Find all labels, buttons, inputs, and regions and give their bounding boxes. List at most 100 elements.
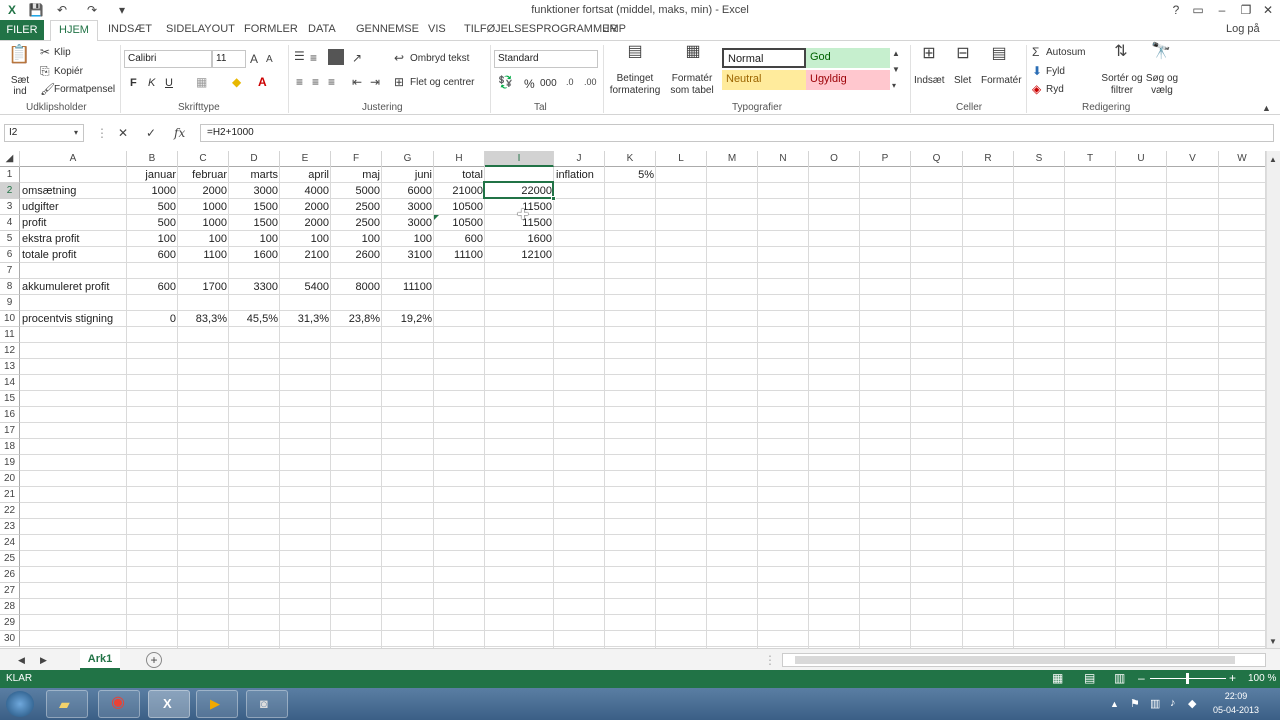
tab-insert[interactable]: INDSÆT	[108, 23, 152, 35]
column-header-h[interactable]: H	[434, 151, 485, 167]
cell-h1[interactable]: total	[434, 167, 485, 183]
currency-icon[interactable]: 💱	[498, 75, 513, 89]
row-header-17[interactable]: 17	[0, 423, 20, 439]
cell-g1[interactable]: juni	[382, 167, 434, 183]
zoom-level[interactable]: 100 %	[1248, 673, 1276, 684]
taskbar-chrome[interactable]: ◉	[98, 690, 140, 718]
column-header-o[interactable]: O	[809, 151, 860, 167]
cell-e8[interactable]: 5400	[280, 279, 331, 295]
bold-button[interactable]: F	[130, 77, 137, 89]
cell-g6[interactable]: 3100	[382, 247, 434, 263]
row-header-25[interactable]: 25	[0, 551, 20, 567]
fill-handle[interactable]	[551, 196, 556, 201]
row-header-21[interactable]: 21	[0, 487, 20, 503]
cell-f6[interactable]: 2600	[331, 247, 382, 263]
cell-a10[interactable]: procentvis stigning	[20, 311, 127, 327]
column-header-b[interactable]: B	[127, 151, 178, 167]
restore-button[interactable]: ❐	[1236, 2, 1256, 18]
insert-function-button[interactable]: fx	[174, 126, 185, 140]
row-header-20[interactable]: 20	[0, 471, 20, 487]
cell-a5[interactable]: ekstra profit	[20, 231, 127, 247]
sheet-next-icon[interactable]: ▶	[40, 653, 47, 667]
format-as-table-button[interactable]: Formatér som tabel	[666, 73, 718, 97]
row-header-16[interactable]: 16	[0, 407, 20, 423]
clear-button[interactable]: Ryd	[1046, 84, 1064, 95]
page-layout-view-icon[interactable]: ▤	[1084, 671, 1095, 685]
decrease-decimal-icon[interactable]: .00	[584, 75, 597, 89]
cell-j1[interactable]: inflation	[554, 167, 605, 183]
tab-page-layout[interactable]: SIDELAYOUT	[166, 23, 235, 35]
column-header-r[interactable]: R	[963, 151, 1014, 167]
align-bottom-icon[interactable]	[328, 49, 344, 65]
row-header-10[interactable]: 10	[0, 311, 20, 327]
taskbar-explorer[interactable]: ▰	[46, 690, 88, 718]
column-header-f[interactable]: F	[331, 151, 382, 167]
row-header-30[interactable]: 30	[0, 631, 20, 647]
row-header-2[interactable]: 2	[0, 183, 20, 199]
row-header-3[interactable]: 3	[0, 199, 20, 215]
cell-d2[interactable]: 3000	[229, 183, 280, 199]
cell-a6[interactable]: totale profit	[20, 247, 127, 263]
tab-file[interactable]: FILER	[0, 20, 44, 40]
font-color-icon[interactable]: A	[258, 75, 267, 89]
font-size-select[interactable]: 11	[212, 50, 246, 68]
cell-g10[interactable]: 19,2%	[382, 311, 434, 327]
clock-time[interactable]: 22:09	[1210, 691, 1262, 701]
fill-color-icon[interactable]: ◆	[232, 75, 241, 89]
cell-a2[interactable]: omsætning	[20, 183, 127, 199]
tray-flag-icon[interactable]: ⚑	[1130, 697, 1140, 710]
increase-font-icon[interactable]: A	[250, 52, 258, 66]
styles-scroll-down-icon[interactable]: ▼	[892, 63, 900, 77]
format-painter-button[interactable]: Formatpensel	[54, 84, 115, 95]
tab-jmp[interactable]: JMP	[604, 23, 626, 35]
thousands-separator-button[interactable]: 000	[540, 78, 557, 89]
column-header-c[interactable]: C	[178, 151, 229, 167]
tray-network-icon[interactable]: ▥	[1150, 697, 1160, 710]
cell-a4[interactable]: profit	[20, 215, 127, 231]
tray-volume-icon[interactable]: ♪	[1170, 697, 1176, 709]
clock-date[interactable]: 05-04-2013	[1204, 705, 1268, 715]
cell-b5[interactable]: 100	[127, 231, 178, 247]
column-header-n[interactable]: N	[758, 151, 809, 167]
login-link[interactable]: Log på	[1226, 23, 1260, 35]
cell-d8[interactable]: 3300	[229, 279, 280, 295]
cell-g8[interactable]: 11100	[382, 279, 434, 295]
column-header-p[interactable]: P	[860, 151, 911, 167]
sort-filter-button[interactable]: Sortér og filtrer	[1100, 73, 1144, 97]
name-box[interactable]: I2	[4, 124, 84, 142]
row-header-18[interactable]: 18	[0, 439, 20, 455]
cell-c1[interactable]: februar	[178, 167, 229, 183]
column-header-v[interactable]: V	[1167, 151, 1219, 167]
align-center-icon[interactable]: ≡	[312, 75, 319, 89]
decrease-font-icon[interactable]: A	[266, 53, 273, 67]
cell-k1[interactable]: 5%	[605, 167, 656, 183]
column-header-a[interactable]: A	[20, 151, 127, 167]
cell-i6[interactable]: 12100	[485, 247, 554, 263]
cell-h2[interactable]: 21000	[434, 183, 485, 199]
row-header-5[interactable]: 5	[0, 231, 20, 247]
cell-d10[interactable]: 45,5%	[229, 311, 280, 327]
cell-c2[interactable]: 2000	[178, 183, 229, 199]
align-middle-icon[interactable]: ≡	[310, 51, 317, 65]
row-header-23[interactable]: 23	[0, 519, 20, 535]
cell-b10[interactable]: 0	[127, 311, 178, 327]
row-header-8[interactable]: 8	[0, 279, 20, 295]
cell-c8[interactable]: 1700	[178, 279, 229, 295]
underline-button[interactable]: U	[165, 77, 173, 89]
cell-g3[interactable]: 3000	[382, 199, 434, 215]
style-normal[interactable]: Normal	[722, 48, 806, 68]
cell-c6[interactable]: 1100	[178, 247, 229, 263]
cell-f8[interactable]: 8000	[331, 279, 382, 295]
cell-b1[interactable]: januar	[127, 167, 178, 183]
cell-e2[interactable]: 4000	[280, 183, 331, 199]
style-bad[interactable]: Ugyldig	[806, 70, 890, 90]
help-button[interactable]: ?	[1166, 2, 1186, 18]
column-header-j[interactable]: J	[554, 151, 605, 167]
sheet-tab-ark1[interactable]: Ark1	[80, 649, 120, 670]
close-button[interactable]: ✕	[1258, 2, 1278, 18]
style-neutral[interactable]: Neutral	[722, 70, 806, 90]
orientation-icon[interactable]: ↗	[352, 51, 362, 65]
paste-icon[interactable]: 📋	[8, 45, 30, 71]
increase-indent-icon[interactable]: ⇥	[370, 75, 380, 89]
wrap-text-button[interactable]: Ombryd tekst	[410, 53, 469, 64]
